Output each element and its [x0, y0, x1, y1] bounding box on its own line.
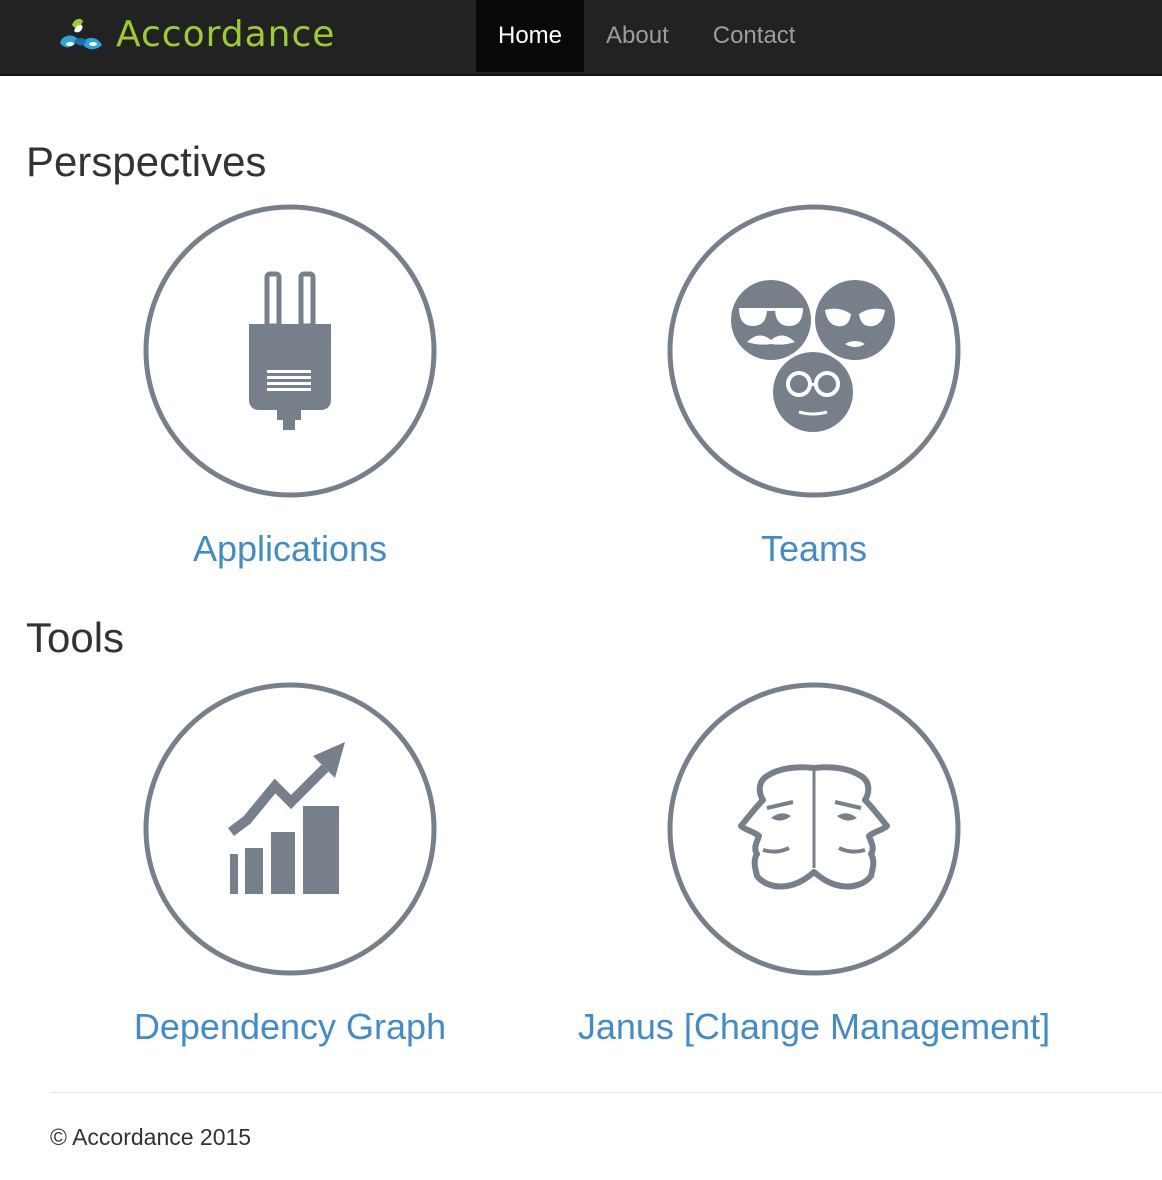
- tile-dependency-graph: Dependency Graph: [30, 682, 550, 1048]
- brand[interactable]: Accordance: [56, 12, 335, 56]
- nav-menu: Home About Contact: [476, 0, 817, 72]
- teams-faces-icon[interactable]: [667, 204, 961, 498]
- applications-link[interactable]: Applications: [30, 528, 550, 570]
- nav-about[interactable]: About: [584, 0, 691, 72]
- growth-chart-icon[interactable]: [143, 682, 437, 976]
- accordance-logo-icon: [60, 18, 102, 50]
- nav-home[interactable]: Home: [476, 0, 585, 72]
- janus-faces-icon[interactable]: [667, 682, 961, 976]
- footer-divider: [50, 1092, 1162, 1093]
- tile-janus: Janus [Change Management]: [554, 682, 1074, 1048]
- section-title-tools: Tools: [26, 614, 125, 661]
- dependency-graph-link[interactable]: Dependency Graph: [30, 1006, 550, 1048]
- footer-copyright: © Accordance 2015: [50, 1124, 252, 1150]
- brand-name: Accordance: [116, 13, 336, 55]
- tile-teams: Teams: [554, 204, 1074, 570]
- plug-icon[interactable]: [143, 204, 437, 498]
- section-title-perspectives: Perspectives: [26, 138, 267, 185]
- nav-contact[interactable]: Contact: [691, 0, 818, 72]
- janus-link[interactable]: Janus [Change Management]: [554, 1006, 1074, 1048]
- navbar: Accordance Home About Contact: [0, 0, 1162, 76]
- tile-applications: Applications: [30, 204, 550, 570]
- teams-link[interactable]: Teams: [554, 528, 1074, 570]
